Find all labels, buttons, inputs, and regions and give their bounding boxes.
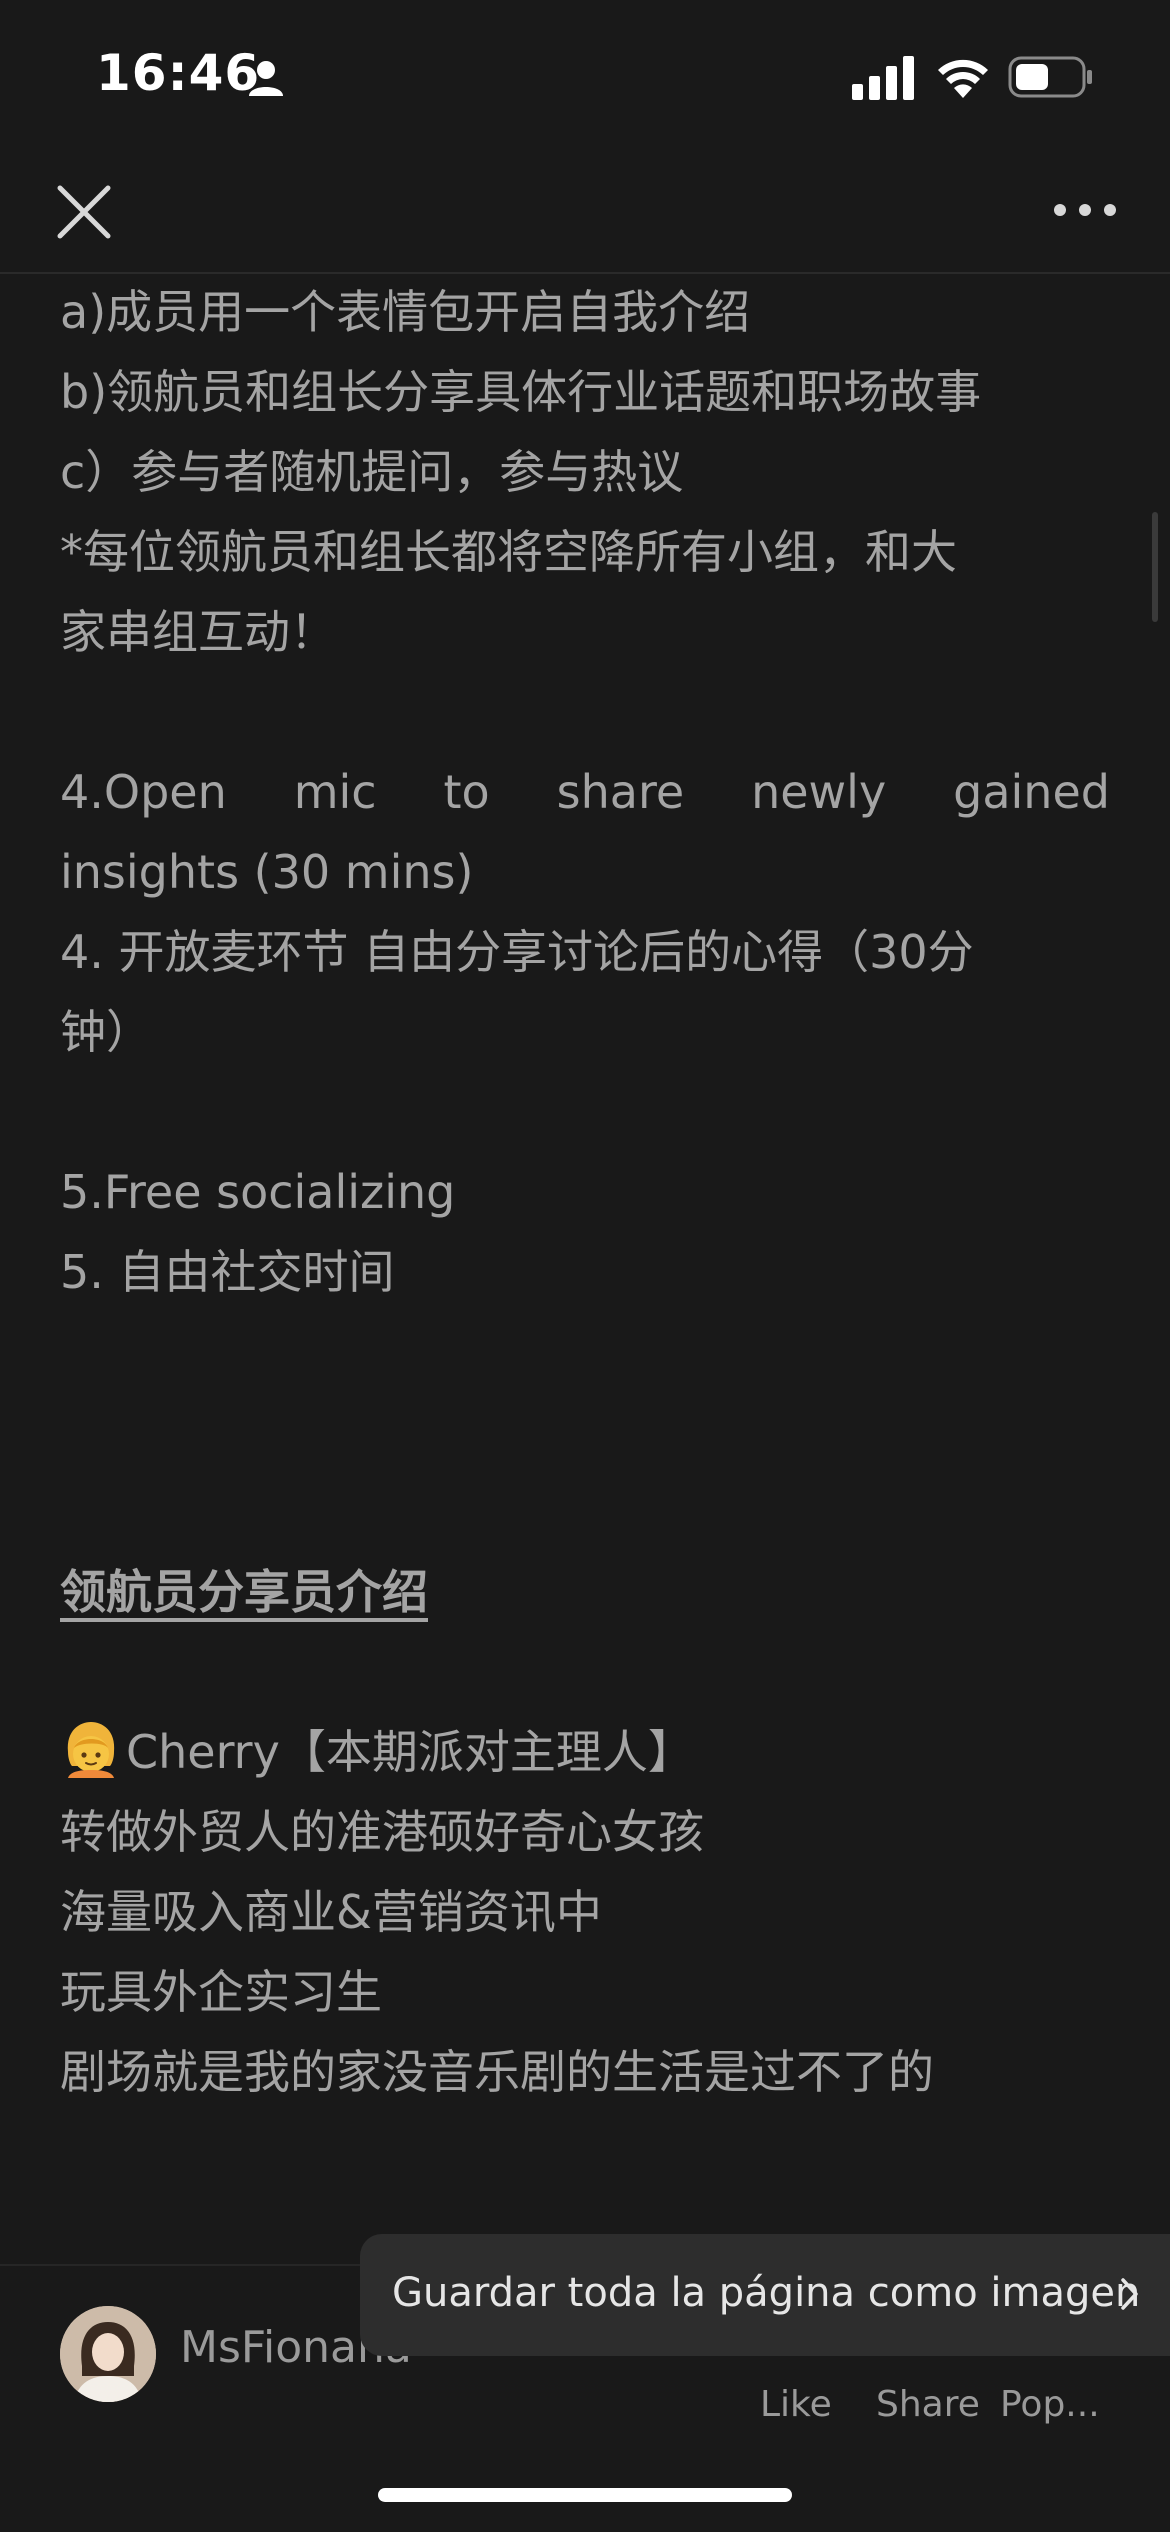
section-heading-row: 领航员分享员介绍 [60, 1552, 1110, 1632]
close-icon[interactable] [52, 180, 116, 244]
text-line: 玩具外企实习生 [60, 1965, 382, 2019]
text-line: b)领航员和组长分享具体行业话题和职场故事 [60, 365, 982, 419]
text-line: 5. 自由社交时间 [60, 1245, 395, 1299]
text-line: 家串组互动！ [60, 605, 336, 659]
host-name-line: Cherry【本期派对主理人】 [126, 1725, 694, 1779]
girl-emoji-icon [67, 1722, 115, 1778]
text-line: 5.Free socializing [60, 1165, 456, 1219]
text-line: 钟） [60, 1005, 152, 1059]
avatar-image [60, 2306, 156, 2402]
text-line: 4. 开放麦环节 自由分享讨论后的心得（30分 [60, 925, 974, 979]
scroll-indicator[interactable] [1152, 512, 1158, 622]
article-content: a)成员用一个表情包开启自我介绍 b)领航员和组长分享具体行业话题和职场故事 c… [60, 272, 1110, 2112]
status-bar: 16:46 [0, 0, 1170, 150]
save-page-as-image-toast[interactable]: Guardar toda la página como imagen [360, 2234, 1170, 2356]
text-line: 剧场就是我的家没音乐剧的生活是过不了的 [60, 2045, 934, 2099]
home-indicator[interactable] [378, 2488, 792, 2502]
word: 4.Open [60, 765, 227, 819]
pop-button[interactable]: Pop... [1000, 2384, 1100, 2425]
word: to [443, 765, 490, 819]
text-line: insights (30 mins) [60, 845, 474, 899]
word: mic [293, 765, 377, 819]
word: share [556, 765, 685, 819]
chevron-right-icon [1121, 2278, 1138, 2310]
text-line: Cherry【本期派对主理人】 [60, 1712, 1110, 1792]
text-line-justified: 4.Open mic to share newly gained [60, 752, 1110, 832]
word: newly [751, 765, 887, 819]
text-line: 转做外贸人的准港硕好奇心女孩 [60, 1805, 704, 1859]
section-heading: 领航员分享员介绍 [60, 1565, 428, 1619]
text-line: 海量吸入商业&营销资讯中 [60, 1885, 602, 1939]
status-time: 16:46 [96, 44, 261, 102]
text-line: c）参与者随机提问，参与热议 [60, 445, 684, 499]
toast-text: Guardar toda la página como imagen [392, 2270, 1141, 2316]
person-icon [249, 61, 283, 96]
wifi-icon [938, 59, 988, 98]
like-button[interactable]: Like [760, 2384, 832, 2425]
screen: 16:46 a)成员用一个表情包开启自我介绍 b)领航员和组长分享具体行业话题和… [0, 0, 1170, 2532]
author-avatar[interactable] [60, 2306, 156, 2402]
signal-icon [852, 56, 914, 100]
text-line: a)成员用一个表情包开启自我介绍 [60, 285, 751, 339]
nav-bar [0, 150, 1170, 274]
word: gained [953, 765, 1110, 819]
more-icon[interactable] [1050, 190, 1120, 230]
battery-icon [1008, 56, 1092, 98]
text-line: *每位领航员和组长都将空降所有小组，和大 [60, 525, 957, 579]
share-button[interactable]: Share [876, 2384, 980, 2425]
